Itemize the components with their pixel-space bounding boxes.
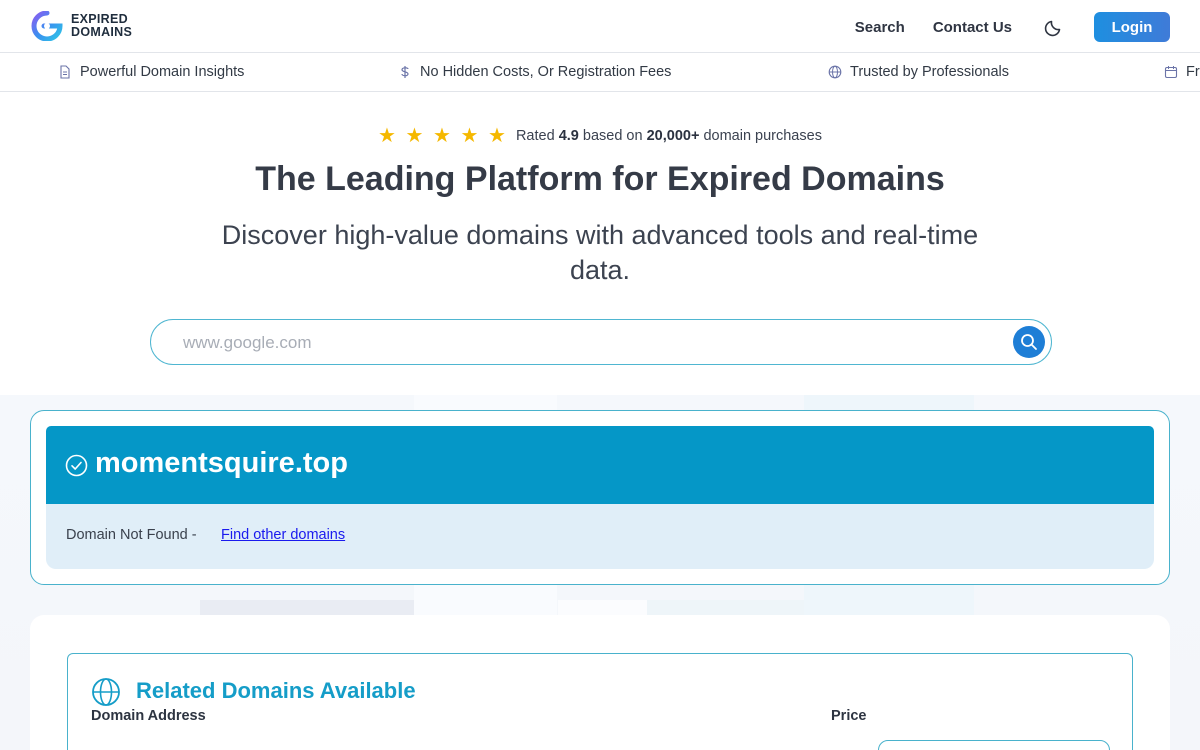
feature-label: Trusted by Professionals [850,64,1010,80]
logo[interactable]: EXPIRED DOMAINS [30,11,132,41]
status-text: Domain Not Found - [66,527,197,543]
related-section: Related Domains Available Domain Address… [30,615,1170,750]
site-header: EXPIRED DOMAINS Search Contact Us Login [0,0,1200,53]
dollar-icon [401,66,409,78]
globe-icon [828,65,842,79]
rating-line: ★ ★ ★ ★ ★ Rated 4.9 based on 20,000+ dom… [0,123,1200,148]
related-domains-card: Related Domains Available Domain Address… [67,653,1133,750]
document-icon [60,65,70,79]
logo-line-2: DOMAINS [71,25,133,39]
logo-icon [31,11,63,41]
feature-item: Fre [1164,64,1200,80]
star-rating-icon: ★ ★ ★ ★ ★ [378,125,508,147]
feature-item: No Hidden Costs, Or Registration Fees [398,64,671,80]
logo-text: EXPIRED DOMAINS [71,13,132,39]
rating-value: 4.9 [558,128,579,144]
feature-item: Powerful Domain Insights [58,64,244,80]
domain-name: momentsquire.top [95,447,348,479]
purchases-count: 20,000+ [646,128,700,144]
login-button[interactable]: Login [1094,12,1170,42]
price-box[interactable] [878,740,1110,750]
calendar-icon [1164,66,1178,79]
feature-label: Powerful Domain Insights [80,64,245,80]
related-title: Related Domains Available [136,678,416,703]
feature-item: Trusted by Professionals [828,64,1009,80]
page-title: The Leading Platform for Expired Domains [255,160,945,198]
rating-prefix: Rated [515,128,555,144]
find-other-domains-link[interactable]: Find other domains [221,527,345,543]
result-body: Domain Not Found - Find other domains [46,504,1154,569]
top-nav: Search Contact Us Login [855,12,1170,42]
feature-label: Fre [1186,64,1200,80]
result-header: momentsquire.top [46,426,1154,504]
column-header-price: Price [831,708,867,724]
globe-icon [92,678,120,706]
column-header-domain: Domain Address [91,708,206,724]
rating-based-on: based on [582,128,643,144]
domain-result-card: momentsquire.top Domain Not Found - Find… [30,410,1170,585]
feature-label: No Hidden Costs, Or Registration Fees [420,64,672,80]
search-input[interactable] [183,331,983,355]
search-bar [150,319,1052,365]
search-button[interactable] [1013,326,1045,358]
page-subtitle: Discover high-value domains with advance… [221,220,979,285]
purchases-suffix: domain purchases [703,128,822,144]
nav-search-link[interactable]: Search [855,19,905,36]
search-icon [1021,334,1037,350]
feature-strip: Powerful Domain Insights No Hidden Costs… [0,53,1200,92]
nav-contact-link[interactable]: Contact Us [933,19,1012,36]
moon-icon[interactable] [1044,17,1064,37]
check-circle-icon [65,454,88,477]
